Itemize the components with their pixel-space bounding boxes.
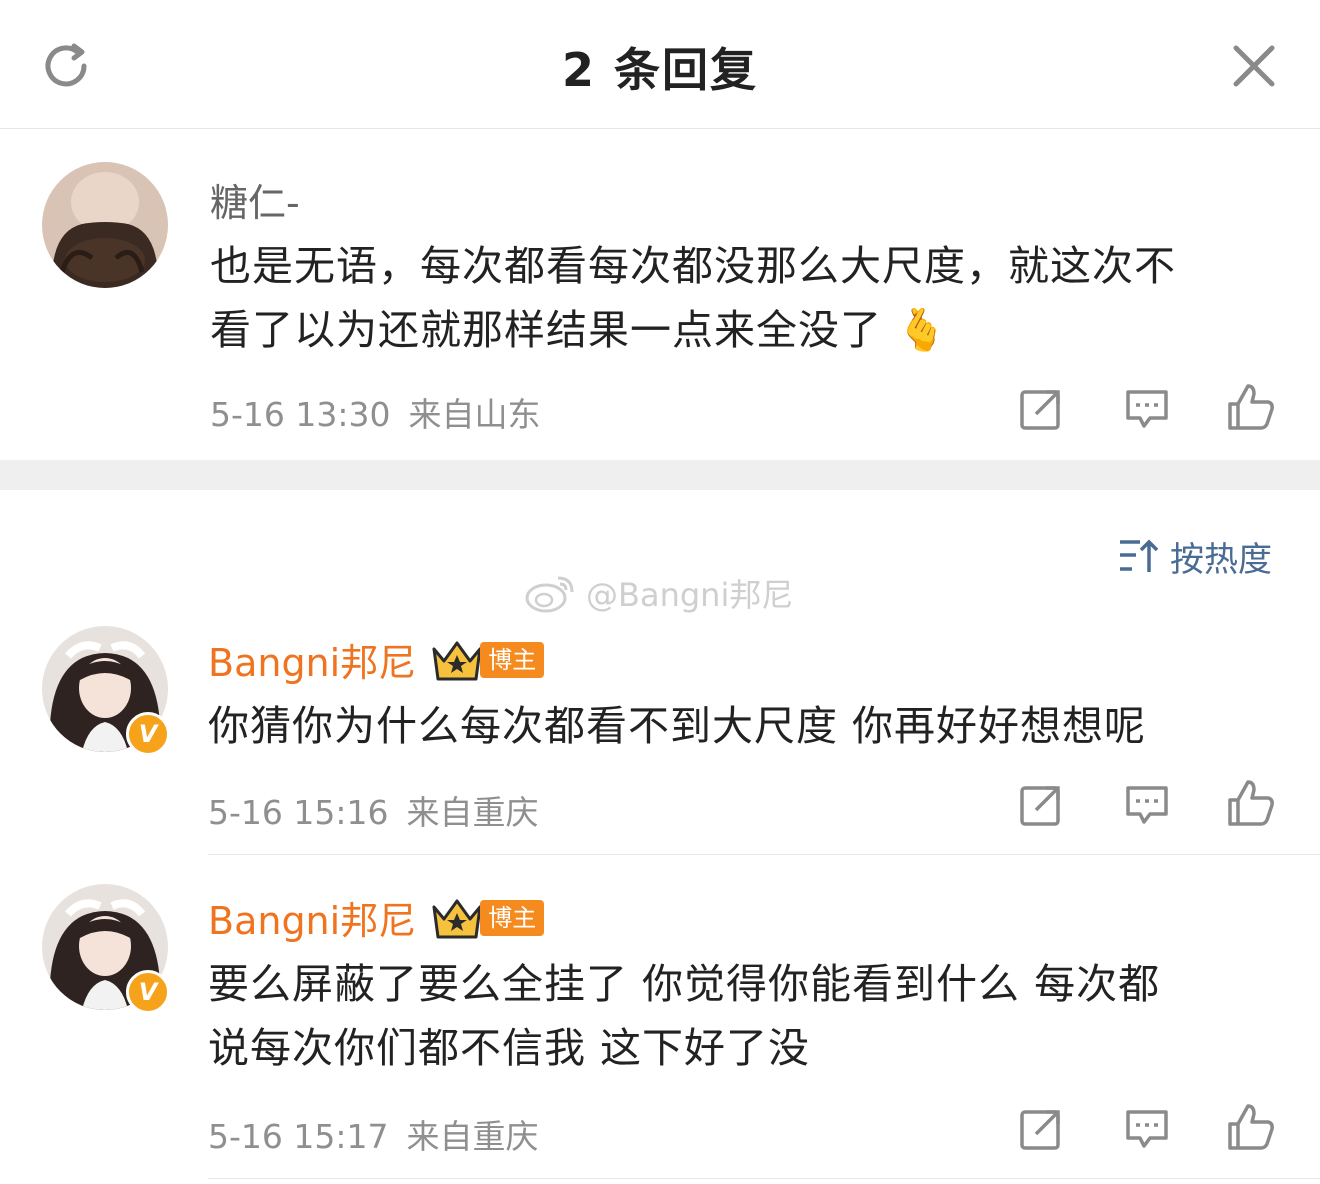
- header: 2 条回复: [0, 0, 1320, 129]
- comment-text: 也是无语，每次都看每次都没那么大尺度，就这次不 看了以为还就那样结果一点来全没了…: [210, 234, 1176, 362]
- username[interactable]: Bangni邦尼: [208, 890, 416, 945]
- weibo-logo-icon: [525, 576, 574, 613]
- like-button[interactable]: [1226, 382, 1276, 432]
- verified-icon: V: [126, 970, 170, 1014]
- location: 来自重庆: [406, 1117, 539, 1156]
- share-button[interactable]: [1018, 782, 1068, 832]
- username-row: Bangni邦尼 博主: [208, 632, 545, 687]
- reply-text-line: 说每次你们都不信我 这下好了没: [208, 1024, 811, 1072]
- sort-button[interactable]: 按热度: [1118, 534, 1272, 580]
- username[interactable]: 糖仁-: [210, 172, 300, 227]
- close-icon: [1233, 45, 1275, 87]
- crown-icon: [432, 899, 482, 938]
- share-icon: [1020, 786, 1060, 826]
- timestamp: 5-16 15:17: [208, 1117, 389, 1156]
- section-divider: [0, 460, 1320, 490]
- row-divider: [208, 854, 1320, 855]
- comment-button[interactable]: [1124, 782, 1174, 832]
- username-row: Bangni邦尼 博主: [208, 890, 545, 945]
- like-icon: [1228, 384, 1274, 430]
- close-button[interactable]: [1228, 40, 1280, 92]
- username[interactable]: Bangni邦尼: [208, 632, 416, 687]
- share-button[interactable]: [1018, 1106, 1068, 1156]
- watermark: @Bangni邦尼: [524, 570, 793, 616]
- comment-icon: [1126, 1110, 1168, 1148]
- share-icon: [1020, 1110, 1060, 1150]
- reply-text: 要么屏蔽了要么全挂了 你觉得你能看到什么 每次都 说每次你们都不信我 这下好了没: [208, 952, 1160, 1080]
- page-title: 2 条回复: [561, 43, 759, 97]
- like-button[interactable]: [1226, 778, 1276, 828]
- location: 来自山东: [408, 395, 541, 434]
- share-icon: [1020, 390, 1060, 430]
- reply-text: 你猜你为什么每次都看不到大尺度 你再好好想想呢: [208, 694, 1146, 758]
- comment-text-line: 也是无语，每次都看每次都没那么大尺度，就这次不: [210, 242, 1176, 290]
- comment-text-fragment: 看了以为还就那样结果一点来全没了: [210, 306, 882, 354]
- reply-text-line: 你猜你为什么每次都看不到大尺度 你再好好想想呢: [208, 702, 1147, 750]
- timestamp: 5-16 13:30: [210, 395, 391, 434]
- like-icon: [1228, 780, 1274, 826]
- comment-button[interactable]: [1124, 1106, 1174, 1156]
- hand-emoji-icon: 🫰: [896, 306, 949, 354]
- blogger-tag: 博主: [480, 899, 545, 936]
- reply-text-line: 要么屏蔽了要么全挂了 你觉得你能看到什么 每次都: [208, 960, 1161, 1008]
- comment-meta: 5-16 13:30 来自山东: [210, 388, 541, 436]
- reply-meta: 5-16 15:17 来自重庆: [208, 1110, 539, 1158]
- sort-label: 按热度: [1170, 539, 1272, 580]
- verified-icon: V: [126, 712, 170, 756]
- like-button[interactable]: [1226, 1102, 1276, 1152]
- blogger-tag: 博主: [480, 641, 545, 678]
- comment-icon: [1126, 786, 1168, 824]
- like-icon: [1228, 1104, 1274, 1150]
- avatar[interactable]: [42, 162, 168, 288]
- share-button[interactable]: [1018, 386, 1068, 436]
- timestamp: 5-16 15:16: [208, 793, 389, 832]
- row-divider: [208, 1178, 1320, 1179]
- crown-icon: [432, 641, 482, 680]
- sort-icon: [1120, 539, 1158, 572]
- reply-meta: 5-16 15:16 来自重庆: [208, 786, 539, 834]
- location: 来自重庆: [406, 793, 539, 832]
- comment-text-line: 看了以为还就那样结果一点来全没了 🫰: [210, 298, 1176, 362]
- comment-button[interactable]: [1124, 386, 1174, 436]
- watermark-text: @Bangni邦尼: [586, 576, 794, 614]
- comment-icon: [1126, 390, 1168, 428]
